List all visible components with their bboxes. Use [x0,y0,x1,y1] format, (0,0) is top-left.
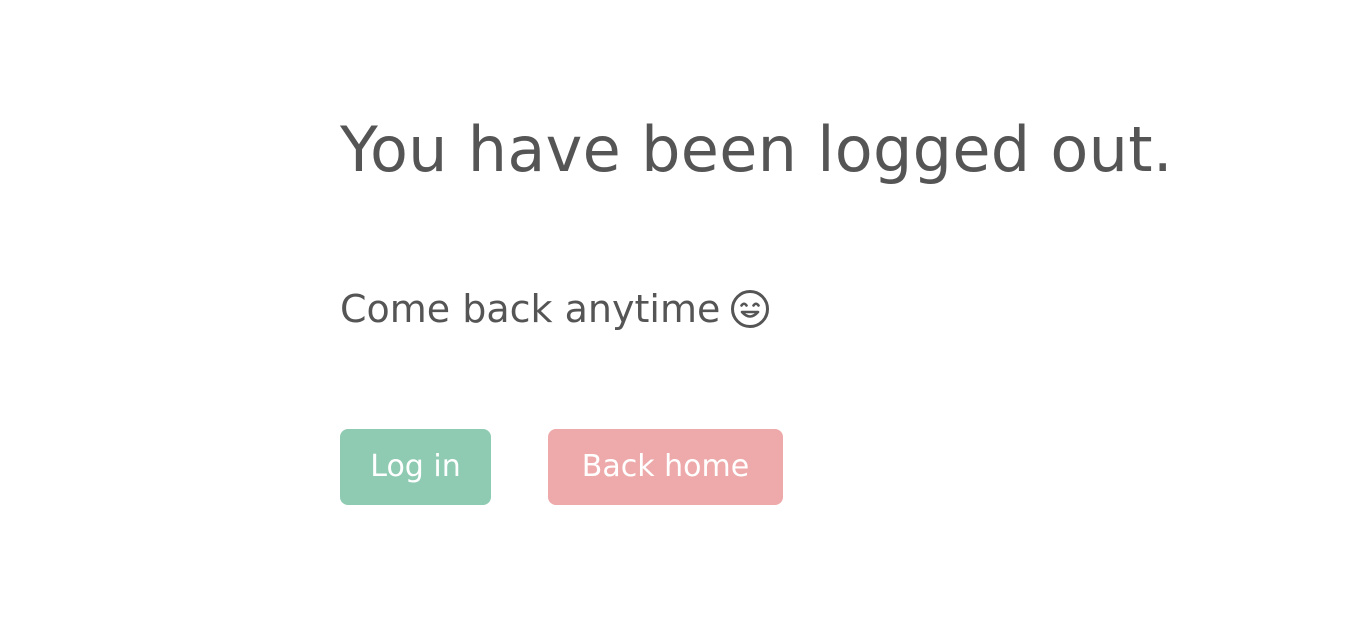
page-title: You have been logged out. [340,113,1173,186]
smiling-face-icon [730,289,770,329]
login-button[interactable]: Log in [340,429,491,505]
subtitle-text: Come back anytime [340,287,721,331]
back-home-button[interactable]: Back home [548,429,783,505]
page-subtitle: Come back anytime [340,284,770,334]
